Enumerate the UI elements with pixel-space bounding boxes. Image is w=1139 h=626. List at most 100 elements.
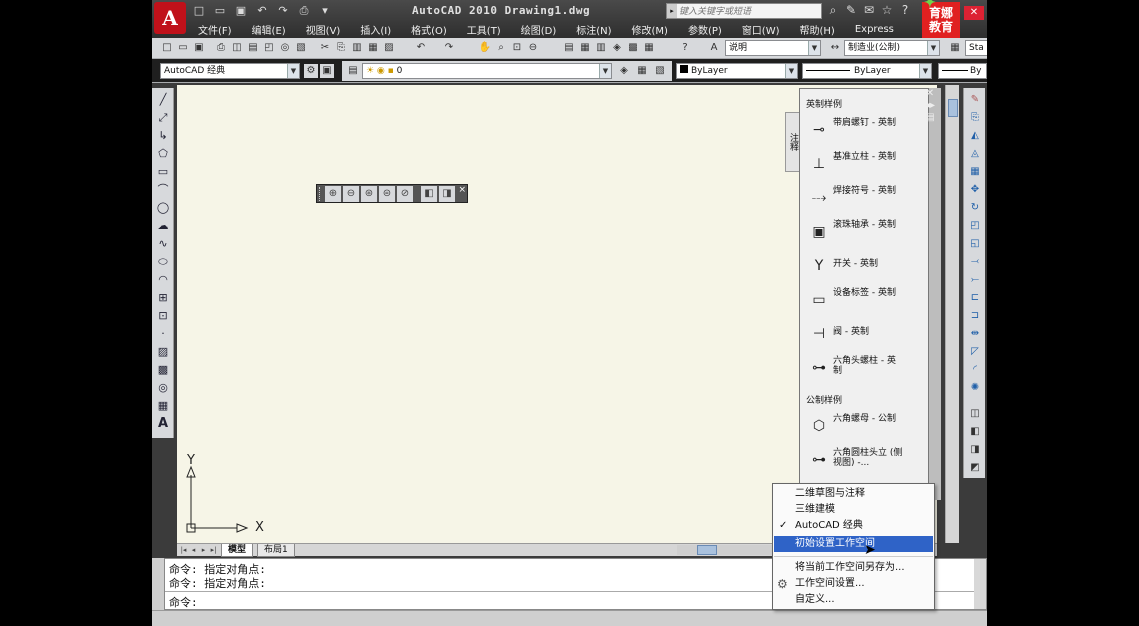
polyline-icon[interactable]: ↳	[155, 128, 171, 144]
redo-icon[interactable]: ↷	[442, 41, 456, 55]
window-close-button[interactable]: ✕	[964, 6, 984, 20]
chevron-down-icon[interactable]: ▼	[808, 41, 820, 55]
palette-item[interactable]: ⊶ 六角圆柱头立 (侧视图) -...	[800, 445, 905, 475]
ws-item-initial-setup[interactable]: 初始设置工作空间	[774, 536, 933, 552]
next-tab-icon[interactable]: ▸	[199, 545, 208, 555]
free-orbit-icon[interactable]: ⊖	[343, 186, 359, 202]
prev-tab-icon[interactable]: ◂	[189, 545, 198, 555]
application-menu-button[interactable]: A	[154, 2, 186, 34]
revision-cloud-icon[interactable]: ☁	[155, 218, 171, 234]
redo-icon[interactable]: ↷	[274, 4, 292, 18]
favorites-icon[interactable]: ☆	[880, 3, 894, 18]
help-search-box[interactable]: ▸	[666, 3, 822, 19]
search-expand-icon[interactable]: ▸	[667, 4, 677, 18]
join-icon[interactable]: ⇹	[967, 326, 983, 342]
print-icon[interactable]: ⎙	[295, 4, 313, 18]
lineweight-select[interactable]: By	[938, 63, 987, 79]
palette-item[interactable]: ▭ 设备标签 - 英制	[800, 285, 905, 315]
block-editor-icon[interactable]: ▨	[382, 41, 396, 55]
vertical-scrollbar[interactable]	[945, 85, 959, 543]
tool-palettes-icon[interactable]: ▥	[594, 41, 608, 55]
open-icon[interactable]: ▭	[176, 41, 190, 55]
ws-item-2d-drafting[interactable]: 二维草图与注释	[774, 486, 933, 502]
plot-preview-icon[interactable]: ◫	[230, 41, 244, 55]
rectangle-icon[interactable]: ▭	[155, 164, 171, 180]
copy-icon[interactable]: ⎘	[334, 41, 348, 55]
autohide-icon[interactable]: ◂▸	[923, 100, 937, 112]
subscription-icon[interactable]: ✎	[844, 3, 858, 18]
gradient-icon[interactable]: ▩	[155, 362, 171, 378]
open-file-icon[interactable]: ▭	[211, 4, 229, 18]
break-icon[interactable]: ⊐	[967, 308, 983, 324]
draworder-icon[interactable]: ◫	[967, 406, 983, 422]
zoom-window-icon[interactable]: ⊡	[510, 41, 524, 55]
scrollbar-thumb[interactable]	[948, 99, 958, 117]
table-icon[interactable]: ▦	[155, 398, 171, 414]
menu-insert[interactable]: 插入(I)	[350, 22, 401, 37]
menu-edit[interactable]: 编辑(E)	[242, 22, 296, 37]
markup-icon[interactable]: ▩	[626, 41, 640, 55]
layer-match-icon[interactable]: ▧	[653, 64, 667, 78]
spline-icon[interactable]: ∿	[155, 236, 171, 252]
back-clip-icon[interactable]: ◨	[439, 186, 455, 202]
qat-dropdown-icon[interactable]: ▾	[316, 4, 334, 18]
circle-icon[interactable]: ◯	[155, 200, 171, 216]
arc-icon[interactable]: ⌒	[155, 182, 171, 198]
ws-item-settings[interactable]: ⚙ 工作空间设置...	[774, 576, 933, 592]
region-icon[interactable]: ◎	[155, 380, 171, 396]
multiline-text-icon[interactable]: A	[155, 416, 171, 432]
palette-item[interactable]: ⊸ 带肩螺钉 - 英制	[800, 115, 905, 145]
design-center-icon[interactable]: ▦	[578, 41, 592, 55]
text-style-icon[interactable]: A	[707, 41, 721, 55]
tab-model[interactable]: 模型	[221, 544, 254, 557]
help-icon[interactable]: ?	[678, 41, 692, 55]
dim-style-select[interactable]: 制造业(公制) ▼	[844, 40, 940, 56]
binoculars-icon[interactable]: ⌕	[826, 3, 840, 18]
last-tab-icon[interactable]: ▸|	[209, 545, 218, 555]
stretch-icon[interactable]: ◱	[967, 236, 983, 252]
point-icon[interactable]: ·	[155, 326, 171, 342]
swivel-icon[interactable]: ⊘	[397, 186, 413, 202]
new-file-icon[interactable]: □	[190, 4, 208, 18]
polygon-icon[interactable]: ⬠	[155, 146, 171, 162]
menu-format[interactable]: 格式(O)	[401, 22, 457, 37]
publish-icon[interactable]: ▤	[246, 41, 260, 55]
bring-above-icon[interactable]: ◩	[967, 460, 983, 476]
workspace-settings-icon[interactable]: ⚙	[304, 64, 318, 78]
rotate-icon[interactable]: ↻	[967, 200, 983, 216]
ellipse-icon[interactable]: ⬭	[155, 254, 171, 270]
chevron-down-icon[interactable]: ▼	[919, 64, 931, 78]
layer-previous-icon[interactable]: ▦	[635, 64, 649, 78]
communication-icon[interactable]: ✉	[862, 3, 876, 18]
chevron-down-icon[interactable]: ▼	[599, 64, 611, 78]
chevron-down-icon[interactable]: ▼	[785, 64, 797, 78]
help-icon[interactable]: ?	[898, 3, 912, 18]
table-style-select[interactable]: Sta	[965, 40, 987, 56]
make-current-layer-icon[interactable]: ◈	[617, 64, 631, 78]
layer-select[interactable]: ☀ ◉ ▪ 0 ▼	[362, 63, 612, 79]
menu-help[interactable]: 帮助(H)	[790, 22, 845, 37]
adjust-distance-icon[interactable]: ⊜	[379, 186, 395, 202]
linetype-select[interactable]: ByLayer ▼	[802, 63, 932, 79]
undo-icon[interactable]: ↶	[253, 4, 271, 18]
mirror-icon[interactable]: ◭	[967, 128, 983, 144]
help-search-input[interactable]	[679, 5, 819, 17]
command-prompt[interactable]: 命令:	[169, 594, 198, 610]
bring-front-icon[interactable]: ◧	[967, 424, 983, 440]
workspace-select[interactable]: AutoCAD 经典 ▼	[160, 63, 300, 79]
command-window-grip[interactable]	[152, 558, 164, 610]
sheet-set-icon[interactable]: ◈	[610, 41, 624, 55]
break-at-point-icon[interactable]: ⊏	[967, 290, 983, 306]
save-icon[interactable]: ▣	[232, 4, 250, 18]
insert-block-icon[interactable]: ⊞	[155, 290, 171, 306]
etransmit-icon[interactable]: ▧	[294, 41, 308, 55]
properties-icon[interactable]: ▤	[562, 41, 576, 55]
menu-parametric[interactable]: 参数(P)	[678, 22, 732, 37]
palette-item[interactable]: Y 开关 - 英制	[800, 251, 905, 281]
palette-item[interactable]: ⊣ 阀 - 英制	[800, 319, 905, 349]
palette-item[interactable]: ⤏ 焊接符号 - 英制	[800, 183, 905, 213]
ws-item-3d-modeling[interactable]: 三维建模	[774, 502, 933, 518]
palette-item[interactable]: ▣ 滚珠轴承 - 英制	[800, 217, 905, 247]
make-block-icon[interactable]: ⊡	[155, 308, 171, 324]
match-properties-icon[interactable]: ▦	[366, 41, 380, 55]
